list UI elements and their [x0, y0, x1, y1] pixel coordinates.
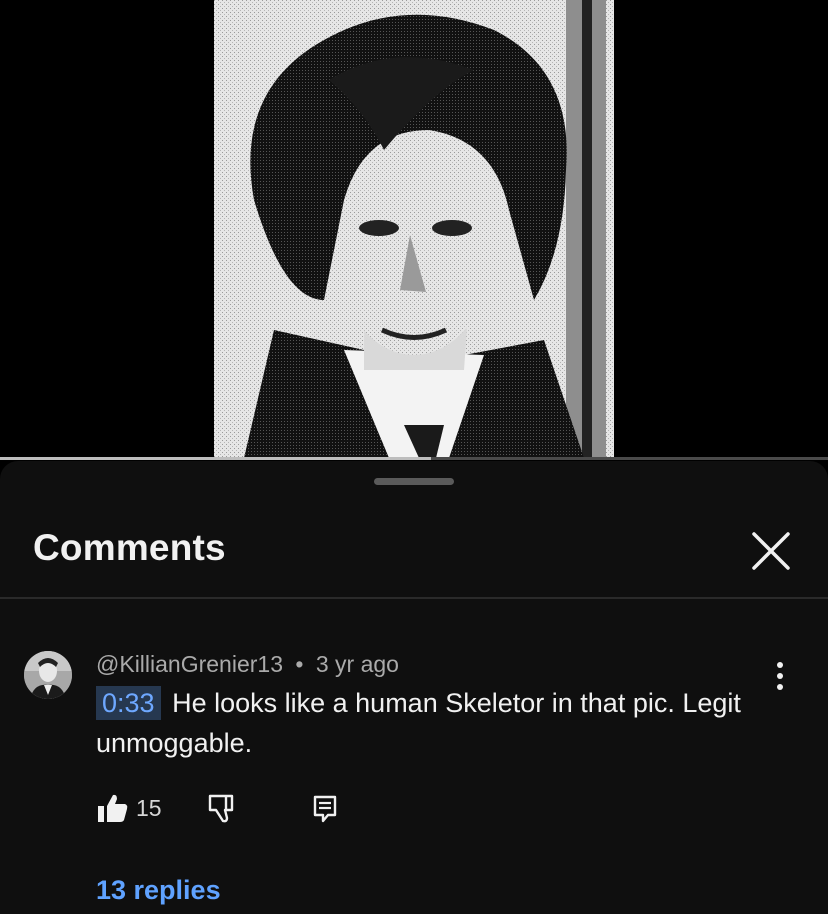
avatar-image [24, 651, 72, 699]
video-player[interactable] [0, 0, 828, 460]
video-progress-bar[interactable] [0, 457, 828, 460]
comment-author[interactable]: @KillianGrenier13 [96, 651, 283, 677]
comments-title: Comments [33, 527, 226, 568]
thumbs-up-icon [98, 794, 128, 822]
portrait-image [214, 0, 614, 458]
sheet-drag-handle[interactable] [374, 478, 454, 485]
reply-button[interactable] [310, 791, 340, 825]
close-button[interactable] [744, 524, 798, 578]
like-button[interactable] [96, 791, 130, 825]
reply-icon [313, 795, 337, 823]
comments-sheet: Comments @KillianGrenier13 • 3 yr ago 0:… [0, 461, 828, 914]
comment-body: 0:33 He looks like a human Skeletor in t… [96, 683, 776, 763]
comment-meta: @KillianGrenier13 • 3 yr ago [96, 651, 399, 678]
comment-text: He looks like a human Skeletor in that p… [96, 688, 741, 758]
view-replies-link[interactable]: 13 replies [96, 875, 221, 906]
close-icon [752, 532, 790, 570]
avatar[interactable] [24, 651, 72, 699]
timestamp-link[interactable]: 0:33 [96, 686, 161, 720]
comment-age: 3 yr ago [315, 651, 399, 677]
dislike-button[interactable] [206, 791, 240, 825]
like-count: 15 [136, 795, 162, 821]
header-divider [0, 597, 828, 599]
video-progress-fill [0, 457, 431, 460]
thumbs-down-icon [208, 794, 234, 823]
video-frame-portrait [214, 0, 614, 458]
meta-separator: • [295, 651, 304, 677]
